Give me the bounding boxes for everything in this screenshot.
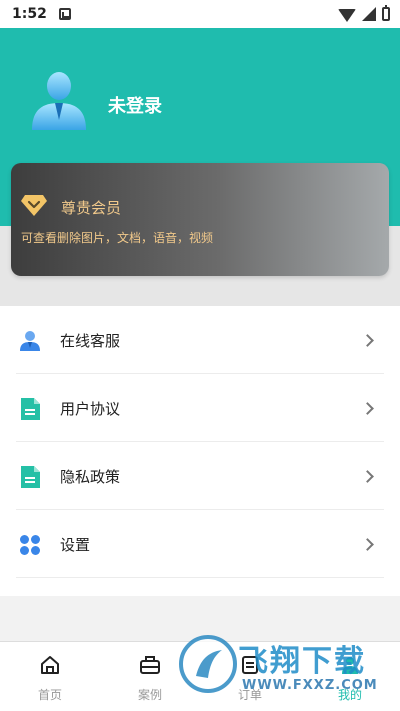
chevron-right-icon <box>361 402 374 415</box>
menu-item-settings[interactable]: 设置 <box>16 512 384 578</box>
user-avatar-icon <box>32 72 86 130</box>
document-icon <box>18 465 42 489</box>
vip-title: 尊贵会员 <box>61 199 122 217</box>
case-icon <box>120 652 180 678</box>
watermark-logo-icon <box>179 635 237 693</box>
watermark-text: 飞翔下载 <box>238 644 366 679</box>
menu-item-label: 隐私政策 <box>60 468 121 486</box>
document-icon <box>18 397 42 421</box>
vip-card[interactable]: 尊贵会员 可查看删除图片，文档，语音，视频 <box>11 163 389 276</box>
signal-icon <box>362 7 376 21</box>
menu-item-privacy-policy[interactable]: 隐私政策 <box>16 444 384 510</box>
status-time: 1:52 <box>12 6 47 22</box>
chevron-right-icon <box>361 470 374 483</box>
nav-cases[interactable]: 案例 <box>120 652 180 703</box>
nav-home[interactable]: 首页 <box>20 652 80 703</box>
vip-description: 可查看删除图片，文档，语音，视频 <box>21 231 214 245</box>
menu-item-label: 用户协议 <box>60 400 121 418</box>
vip-diamond-icon <box>21 193 47 217</box>
wifi-icon <box>338 8 356 22</box>
menu-item-customer-service[interactable]: 在线客服 <box>16 308 384 374</box>
notification-icon <box>58 8 71 20</box>
watermark: 飞翔下载 WWW.FXXZ.COM <box>176 630 396 702</box>
login-status[interactable]: 未登录 <box>108 92 162 118</box>
nav-label: 首页 <box>37 688 62 702</box>
chevron-right-icon <box>361 334 374 347</box>
status-indicators <box>338 5 390 22</box>
home-icon <box>20 652 80 678</box>
watermark-url: WWW.FXXZ.COM <box>242 678 378 693</box>
battery-icon <box>382 5 390 21</box>
nav-label: 案例 <box>137 688 162 702</box>
settings-grid-icon <box>18 533 42 557</box>
customer-service-icon <box>18 329 42 353</box>
status-bar: 1:52 <box>0 0 400 28</box>
menu-item-user-agreement[interactable]: 用户协议 <box>16 376 384 442</box>
menu-item-label: 在线客服 <box>60 332 121 350</box>
chevron-right-icon <box>361 538 374 551</box>
settings-menu: 在线客服 用户协议 隐私政策 设置 <box>0 306 400 596</box>
avatar[interactable] <box>28 70 90 132</box>
menu-item-label: 设置 <box>60 536 91 554</box>
